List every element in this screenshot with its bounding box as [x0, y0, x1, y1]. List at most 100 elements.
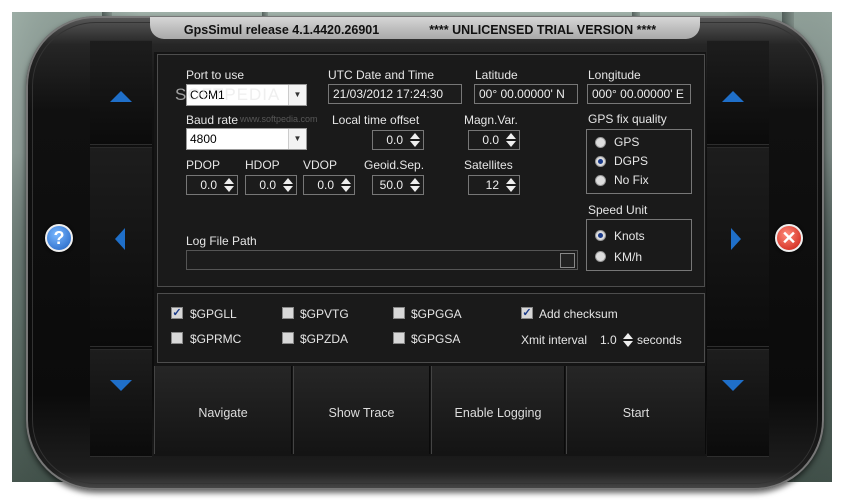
right-down-segment[interactable]	[707, 349, 769, 457]
local-time-offset-label: Local time offset	[332, 113, 420, 127]
left-left-segment[interactable]	[90, 147, 152, 347]
checksum-checkbox[interactable]: ✓	[521, 307, 533, 319]
port-label: Port to use	[186, 68, 245, 82]
left-arrow-icon[interactable]	[115, 228, 125, 250]
spin-arrows-icon[interactable]	[224, 178, 234, 192]
geoid-label: Geoid.Sep.	[364, 158, 425, 172]
hdop-stepper[interactable]: 0.0	[245, 175, 297, 195]
right-up-segment[interactable]	[707, 40, 769, 145]
gprmc-checkbox[interactable]	[171, 332, 183, 344]
app-title: GpsSimul release 4.1.4420.26901	[183, 23, 380, 37]
window-title: GpsSimul release 4.1.4420.26901 **** UNL…	[140, 21, 700, 39]
baud-value: 4800	[190, 132, 217, 146]
utc-label: UTC Date and Time	[328, 68, 435, 82]
gpvtg-checkbox[interactable]	[282, 307, 294, 319]
pdop-label: PDOP	[186, 158, 221, 172]
gpgll-label: $GPGLL	[190, 307, 237, 321]
satellites-stepper[interactable]: 12	[468, 175, 520, 195]
knots-radio[interactable]	[595, 230, 606, 241]
gpgsa-label: $GPGSA	[411, 332, 461, 346]
enable-logging-button[interactable]: Enable Logging	[431, 366, 565, 454]
close-icon[interactable]: ✕	[775, 224, 803, 252]
log-file-label: Log File Path	[186, 234, 257, 248]
help-icon[interactable]: ?	[45, 224, 73, 252]
latitude-label: Latitude	[475, 68, 518, 82]
kmh-radio[interactable]	[595, 251, 606, 262]
down-arrow-icon[interactable]	[722, 380, 744, 391]
satellites-label: Satellites	[464, 158, 513, 172]
knots-option-label: Knots	[614, 229, 645, 243]
spin-arrows-icon[interactable]	[506, 133, 516, 147]
gpgga-checkbox[interactable]	[393, 307, 405, 319]
utc-field[interactable]: 21/03/2012 17:24:30	[328, 84, 462, 104]
xmit-spin-icon[interactable]	[623, 333, 633, 347]
left-nav-column	[90, 40, 152, 460]
chevron-down-icon[interactable]: ▼	[288, 129, 306, 149]
down-arrow-icon[interactable]	[110, 380, 132, 391]
magnvar-value: 0.0	[482, 133, 499, 147]
watermark-url: www.softpedia.com	[240, 114, 318, 124]
spin-arrows-icon[interactable]	[410, 178, 420, 192]
gpgga-label: $GPGGA	[411, 307, 462, 321]
spin-arrows-icon[interactable]	[506, 178, 516, 192]
magnvar-label: Magn.Var.	[464, 113, 518, 127]
dgps-radio[interactable]	[595, 156, 606, 167]
latitude-field[interactable]: 00° 00.00000' N	[474, 84, 578, 104]
left-down-segment[interactable]	[90, 349, 152, 457]
vdop-value: 0.0	[317, 178, 334, 192]
gps-fix-title: GPS fix quality	[588, 112, 667, 126]
local-time-offset-stepper[interactable]: 0.0	[372, 130, 424, 150]
right-right-segment[interactable]	[707, 147, 769, 347]
gpzda-label: $GPZDA	[300, 332, 349, 346]
right-nav-column	[707, 40, 769, 460]
vdop-label: VDOP	[303, 158, 338, 172]
geoid-stepper[interactable]: 50.0	[372, 175, 424, 195]
pdop-value: 0.0	[200, 178, 217, 192]
checksum-label: Add checksum	[539, 307, 618, 321]
right-arrow-icon[interactable]	[731, 228, 741, 250]
dgps-option-label: DGPS	[614, 154, 649, 168]
nofix-option-label: No Fix	[614, 173, 649, 187]
kmh-option-label: KM/h	[614, 250, 643, 264]
chevron-down-icon[interactable]: ▼	[288, 85, 306, 105]
gpvtg-label: $GPVTG	[300, 307, 349, 321]
up-arrow-icon[interactable]	[110, 91, 132, 102]
up-arrow-icon[interactable]	[722, 91, 744, 102]
start-button[interactable]: Start	[566, 366, 706, 454]
speed-unit-title: Speed Unit	[588, 203, 648, 217]
log-file-field[interactable]	[186, 250, 578, 270]
left-up-segment[interactable]	[90, 40, 152, 145]
enable-logging-label: Enable Logging	[454, 406, 542, 420]
navigate-button[interactable]: Navigate	[154, 366, 292, 454]
baud-select[interactable]: 4800 ▼	[186, 128, 307, 150]
license-title: **** UNLICENSED TRIAL VERSION ****	[429, 23, 657, 37]
longitude-label: Longitude	[588, 68, 641, 82]
gpgll-checkbox[interactable]: ✓	[171, 307, 183, 319]
satellites-value: 12	[485, 178, 499, 192]
gprmc-label: $GPRMC	[190, 332, 242, 346]
navigate-label: Navigate	[198, 406, 248, 420]
show-trace-label: Show Trace	[328, 406, 395, 420]
magnvar-stepper[interactable]: 0.0	[468, 130, 520, 150]
longitude-field[interactable]: 000° 00.00000' E	[587, 84, 691, 104]
spin-arrows-icon[interactable]	[341, 178, 351, 192]
sentences-panel	[157, 293, 705, 363]
start-label: Start	[622, 406, 650, 420]
spin-arrows-icon[interactable]	[410, 133, 420, 147]
pdop-stepper[interactable]: 0.0	[186, 175, 238, 195]
xmit-value[interactable]: 1.0	[600, 333, 617, 347]
local-time-offset-value: 0.0	[386, 133, 403, 147]
xmit-label: Xmit interval	[521, 333, 588, 347]
baud-label: Baud rate	[186, 113, 239, 127]
browse-button[interactable]	[560, 253, 575, 268]
spin-arrows-icon[interactable]	[283, 178, 293, 192]
gpgsa-checkbox[interactable]	[393, 332, 405, 344]
vdop-stepper[interactable]: 0.0	[303, 175, 355, 195]
geoid-value: 50.0	[379, 178, 403, 192]
nofix-radio[interactable]	[595, 175, 606, 186]
gpzda-checkbox[interactable]	[282, 332, 294, 344]
watermark: SOFTPEDIA	[175, 85, 281, 104]
xmit-unit: seconds	[637, 333, 682, 347]
gps-radio[interactable]	[595, 137, 606, 148]
show-trace-button[interactable]: Show Trace	[293, 366, 430, 454]
